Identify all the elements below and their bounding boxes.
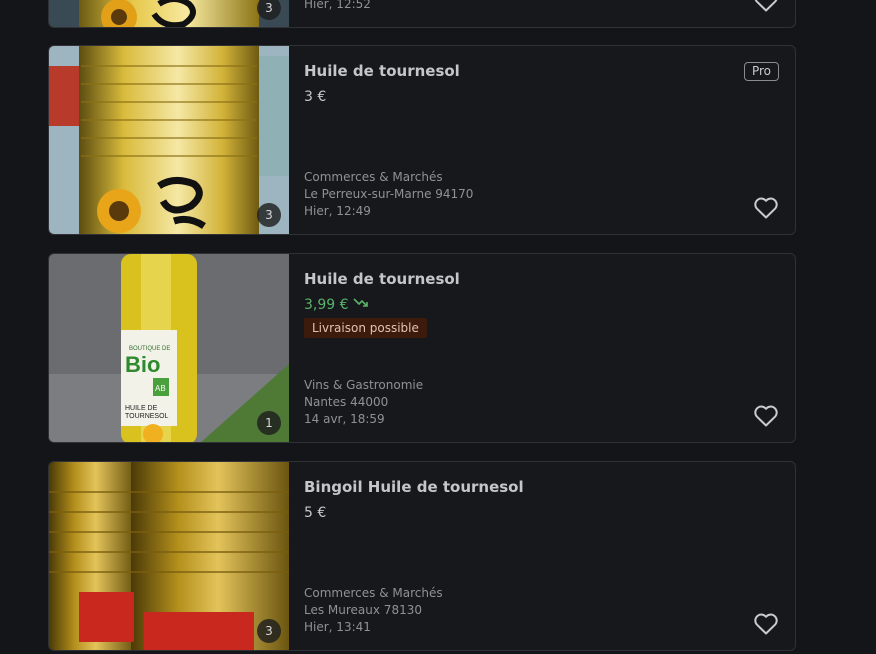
listing-photo[interactable]: BOUTIQUE DE Bio AB HUILE DE TOURNESOL 1 — [49, 254, 289, 442]
listing-price: 3,99 € — [304, 297, 369, 313]
listing-meta: Commerces & Marchés Le Perreux-sur-Marne… — [304, 169, 473, 220]
listing-card[interactable]: 3 Hier, 12:52 — [48, 0, 796, 28]
listing-price: 3 € — [304, 89, 327, 105]
listing-card[interactable]: BOUTIQUE DE Bio AB HUILE DE TOURNESOL 1 … — [48, 253, 796, 443]
favorite-button[interactable] — [753, 0, 779, 13]
photo-count-badge: 3 — [257, 619, 281, 643]
listing-photo[interactable]: 3 — [49, 0, 289, 27]
listing-card[interactable]: 3 Huile de tournesol 3 € Pro Commerces &… — [48, 45, 796, 235]
listing-card[interactable]: 3 Bingoil Huile de tournesol 5 € Commerc… — [48, 461, 796, 651]
listing-price: 5 € — [304, 505, 327, 521]
listing-price-value: 3,99 € — [304, 297, 349, 313]
listing-photo[interactable]: 3 — [49, 462, 289, 650]
listing-title[interactable]: Huile de tournesol — [304, 270, 460, 288]
listing-date: Hier, 13:41 — [304, 620, 371, 634]
listing-meta: Commerces & Marchés Les Mureaux 78130 Hi… — [304, 585, 443, 636]
favorite-button[interactable] — [753, 404, 779, 428]
listing-location: Le Perreux-sur-Marne 94170 — [304, 187, 474, 201]
bottle-label-line1: HUILE DE — [125, 405, 158, 412]
listing-date: Hier, 12:49 — [304, 204, 371, 218]
bottle-label-bio: Bio — [125, 352, 160, 377]
listing-category: Commerces & Marchés — [304, 170, 443, 184]
listing-category: Commerces & Marchés — [304, 586, 443, 600]
listing-date: 14 avr, 18:59 — [304, 412, 385, 426]
listing-date: Hier, 12:52 — [304, 0, 371, 11]
photo-count-badge: 3 — [257, 203, 281, 227]
bottle-label-ab: AB — [155, 384, 166, 393]
pro-badge: Pro — [743, 62, 779, 81]
photo-count-badge: 1 — [257, 411, 281, 435]
favorite-button[interactable] — [753, 612, 779, 636]
listing-title[interactable]: Huile de tournesol — [304, 62, 460, 80]
heart-icon — [754, 613, 778, 635]
listing-meta: Vins & Gastronomie Nantes 44000 14 avr, … — [304, 377, 423, 428]
listing-category: Vins & Gastronomie — [304, 378, 424, 392]
listing-feed: 3 Hier, 12:52 3 Huile de tournesol 3 € P… — [0, 0, 876, 654]
bottle-label-line2: TOURNESOL — [125, 413, 169, 420]
listing-title[interactable]: Bingoil Huile de tournesol — [304, 478, 524, 496]
price-drop-icon — [352, 297, 369, 313]
listing-location: Les Mureaux 78130 — [304, 603, 422, 617]
listing-photo[interactable]: 3 — [49, 46, 289, 234]
listing-location: Nantes 44000 — [304, 395, 389, 409]
heart-icon — [754, 0, 778, 12]
heart-icon — [754, 405, 778, 427]
favorite-button[interactable] — [753, 196, 779, 220]
heart-icon — [754, 197, 778, 219]
delivery-badge: Livraison possible — [304, 318, 427, 338]
listing-meta: Hier, 12:52 — [304, 0, 371, 13]
